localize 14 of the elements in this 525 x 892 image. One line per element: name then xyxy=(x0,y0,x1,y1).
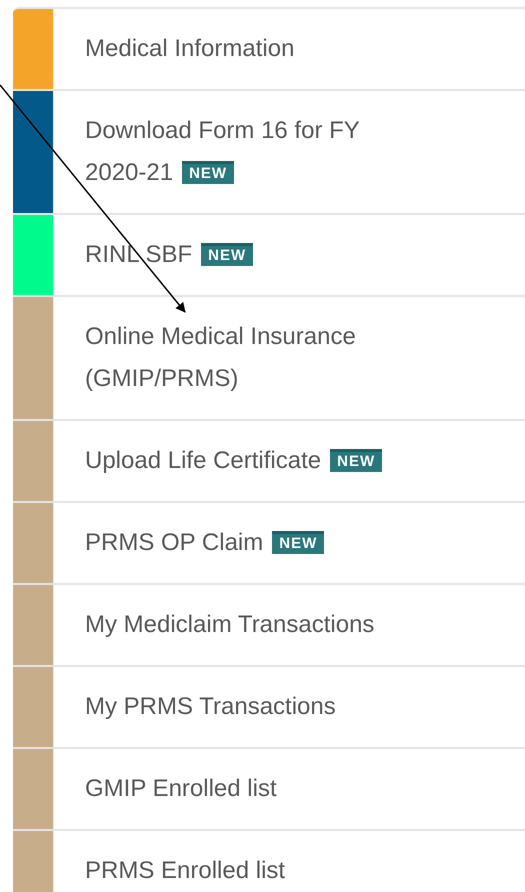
menu-link[interactable]: Upload Life Certificate NEW xyxy=(85,440,382,482)
menu-link[interactable]: PRMS Enrolled list xyxy=(85,850,286,892)
menu-link[interactable]: RINL SBF NEW xyxy=(85,234,254,276)
menu-link[interactable]: GMIP Enrolled list xyxy=(85,768,277,810)
menu-link[interactable]: Download Form 16 for FY 2020-21 NEW xyxy=(85,110,425,194)
menu-link[interactable]: My PRMS Transactions xyxy=(85,686,336,728)
new-badge: NEW xyxy=(330,449,382,472)
menu-link[interactable]: Medical Information xyxy=(85,28,294,70)
new-badge: NEW xyxy=(272,531,324,554)
menu-link[interactable]: Online Medical Insurance (GMIP/PRMS) xyxy=(85,316,425,400)
menu-link[interactable]: My Mediclaim Transactions xyxy=(85,604,374,646)
new-badge: NEW xyxy=(182,161,234,184)
menu-link[interactable]: PRMS OP Claim NEW xyxy=(85,522,324,564)
new-badge: NEW xyxy=(201,243,254,266)
